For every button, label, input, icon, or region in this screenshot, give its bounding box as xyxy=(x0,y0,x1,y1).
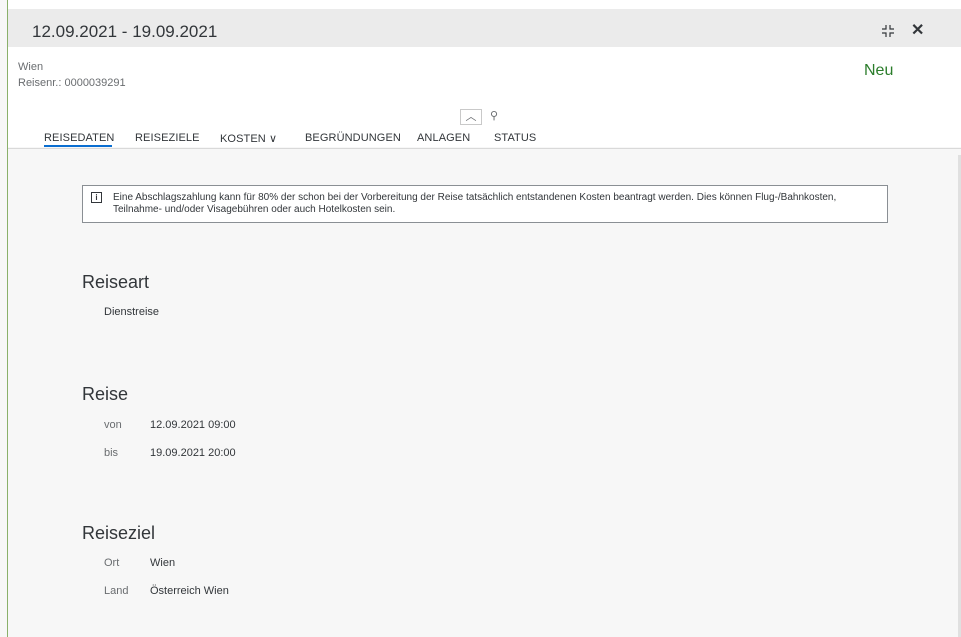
section-title-reise: Reise xyxy=(82,384,129,404)
object-header: Wien Reisenr.: 0000039291 Neu ︿ ⚲ REISED… xyxy=(8,47,961,149)
info-icon: i xyxy=(91,192,102,203)
tab-reisedaten[interactable]: REISEDATEN xyxy=(44,132,114,144)
von-label: von xyxy=(104,419,122,431)
section-title-reiseziel: Reiseziel xyxy=(82,523,156,543)
tab-bar: REISEDATEN REISEZIELE KOSTEN ∨ BEGRÜNDUN… xyxy=(8,126,961,149)
tab-begruendungen[interactable]: BEGRÜNDUNGEN xyxy=(305,132,401,144)
tab-kosten[interactable]: KOSTEN ∨ xyxy=(220,132,277,145)
land-value: Österreich Wien xyxy=(150,585,229,597)
info-message-text: Eine Abschlagszahlung kann für 80% der s… xyxy=(113,192,837,215)
bis-value: 19.09.2021 20:00 xyxy=(150,447,236,459)
trip-number: Reisenr.: 0000039291 xyxy=(18,77,126,89)
status-badge: Neu xyxy=(864,62,894,79)
tab-reiseziele[interactable]: REISEZIELE xyxy=(135,132,200,144)
reiseart-value: Dienstreise xyxy=(104,306,160,318)
ort-label: Ort xyxy=(104,557,120,569)
info-message-strip: i Eine Abschlagszahlung kann für 80% der… xyxy=(82,185,888,223)
collapse-header-button[interactable]: ︿ xyxy=(460,109,482,125)
location-text: Wien xyxy=(18,61,44,73)
active-tab-indicator xyxy=(44,145,112,147)
top-margin xyxy=(8,0,961,9)
page-header: 12.09.2021 - 19.09.2021 ✕ xyxy=(8,9,961,47)
tab-status[interactable]: STATUS xyxy=(494,132,536,144)
close-icon[interactable]: ✕ xyxy=(911,20,924,40)
section-title-reiseart: Reiseart xyxy=(82,272,150,292)
ort-value: Wien xyxy=(150,557,176,569)
pin-header-button[interactable]: ⚲ xyxy=(484,109,504,123)
von-value: 12.09.2021 09:00 xyxy=(150,419,236,431)
bis-label: bis xyxy=(104,447,119,459)
tab-anlagen[interactable]: ANLAGEN xyxy=(417,132,470,144)
exit-fullscreen-icon[interactable] xyxy=(881,24,895,38)
land-label: Land xyxy=(104,585,129,597)
page-title: 12.09.2021 - 19.09.2021 xyxy=(32,22,218,41)
